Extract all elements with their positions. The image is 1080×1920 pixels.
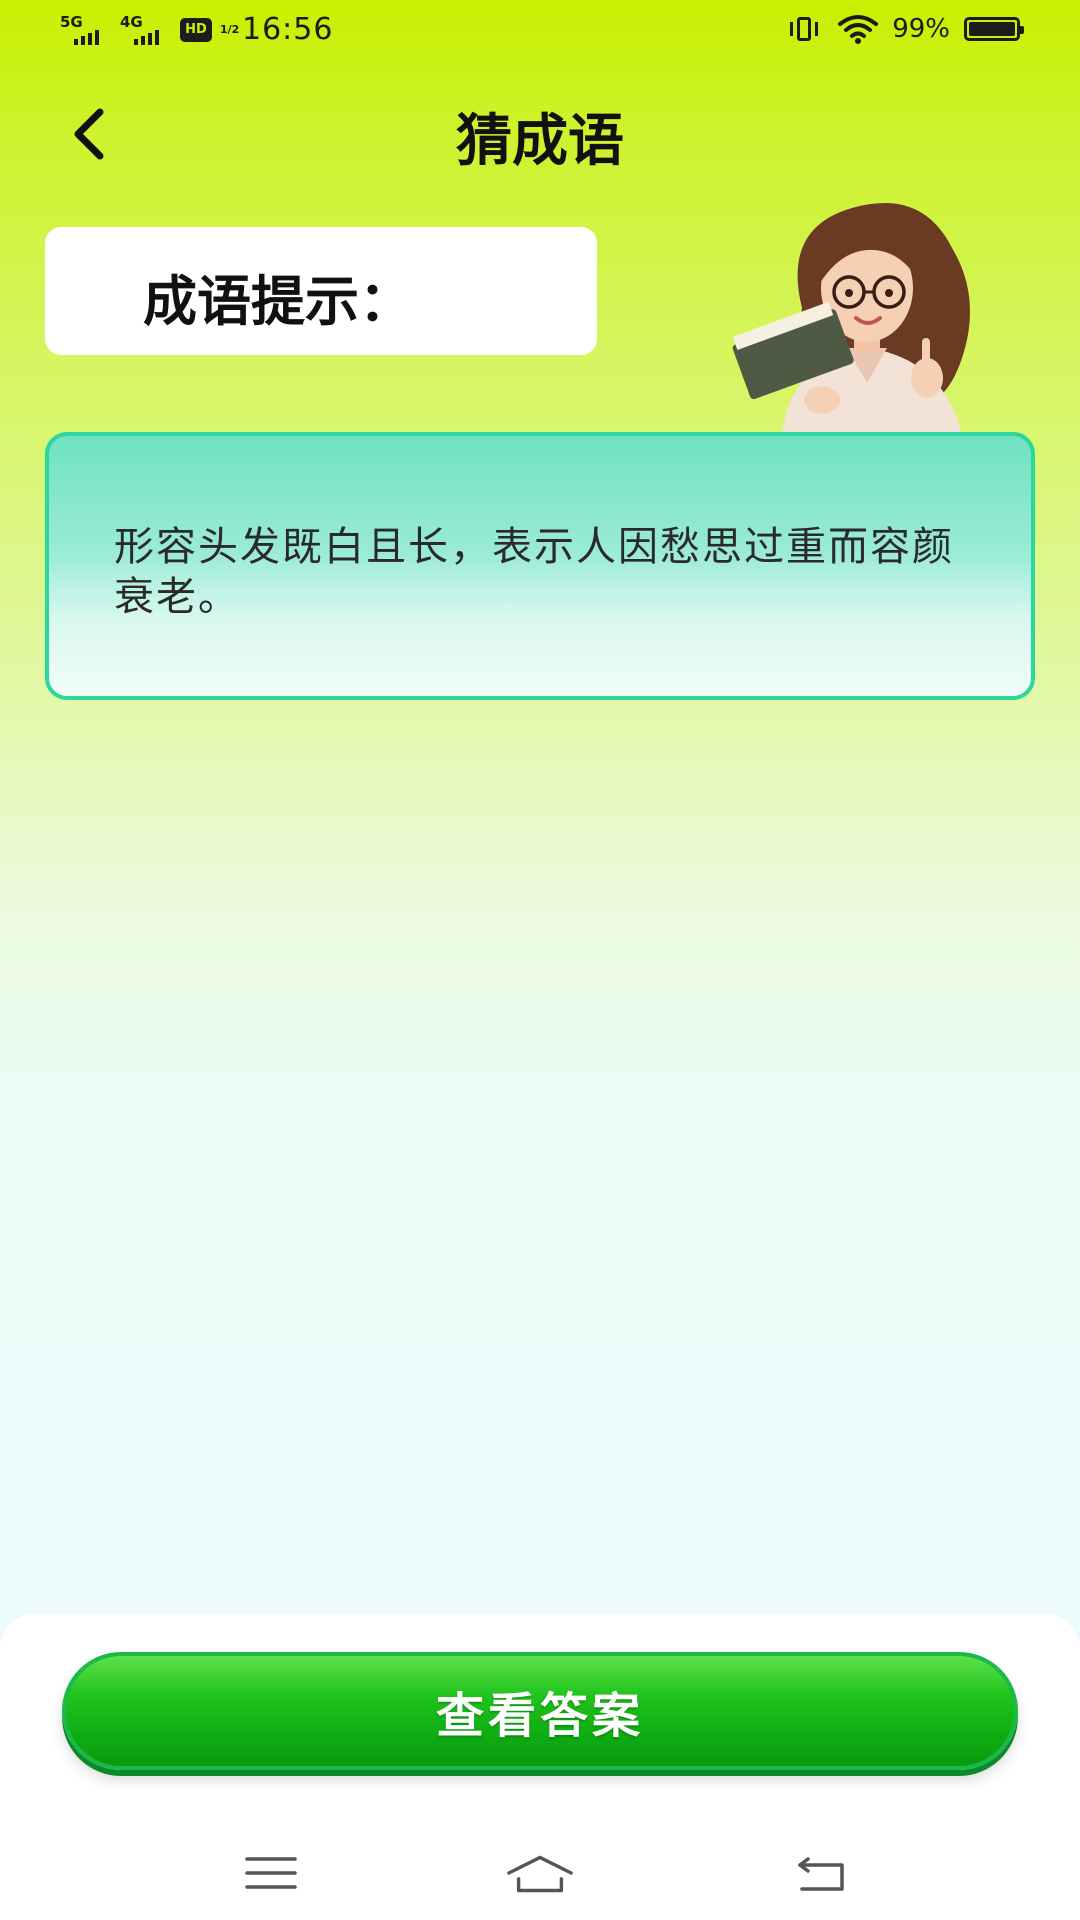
- view-answer-label: 查看答案: [435, 1688, 644, 1744]
- hd-sim-index: 1/2: [220, 23, 240, 36]
- vibrate-icon: [784, 14, 824, 44]
- hd-voice-icon: HD: [180, 17, 212, 42]
- nav-home-button[interactable]: [505, 1848, 575, 1898]
- battery-fill: [969, 22, 1015, 36]
- system-nav-bar: [0, 1840, 1080, 1920]
- clock: 16:56: [242, 12, 334, 47]
- status-bar: 5G 4G HD 1/2 16:56 99%: [0, 0, 1080, 64]
- clue-card: 形容头发既白且长，表示人因愁思过重而容颜衰老。: [45, 432, 1035, 700]
- view-answer-button[interactable]: 查看答案: [62, 1652, 1018, 1770]
- status-left: 5G 4G HD 1/2 16:56: [60, 12, 333, 47]
- hint-label: 成语提示：: [143, 270, 413, 333]
- network-type-5g: 5G: [60, 12, 83, 31]
- menu-icon: [245, 1857, 297, 1889]
- battery-percent: 99%: [892, 14, 950, 44]
- battery-icon: [964, 17, 1024, 41]
- teacher-illustration: [732, 203, 970, 434]
- nav-back-button[interactable]: [787, 1848, 857, 1898]
- signal-5g-icon: 5G: [60, 13, 112, 47]
- network-type-4g: 4G: [120, 12, 143, 31]
- hint-label-card: 成语提示：: [45, 227, 597, 355]
- back-icon: [798, 1857, 844, 1891]
- home-icon: [507, 1855, 573, 1893]
- nav-menu-button[interactable]: [236, 1848, 306, 1898]
- status-right: 99%: [784, 14, 1024, 44]
- clue-text: 形容头发既白且长，表示人因愁思过重而容颜衰老。: [114, 524, 954, 620]
- signal-4g-icon: 4G: [120, 13, 172, 47]
- page-title: 猜成语: [456, 109, 624, 174]
- wifi-icon: [838, 15, 879, 44]
